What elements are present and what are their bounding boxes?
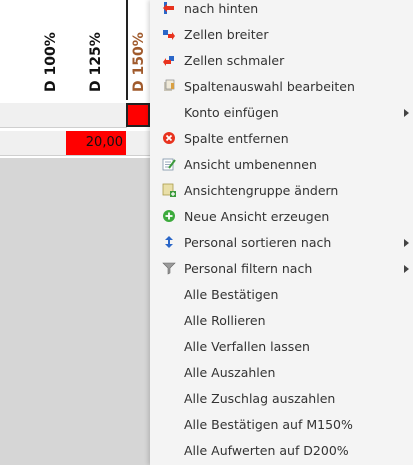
- menu-item-label: Neue Ansicht erzeugen: [184, 209, 330, 224]
- column-header-label: D 150%: [131, 32, 147, 92]
- menu-item-label: Alle Rollieren: [184, 313, 266, 328]
- menu-item-label: Alle Bestätigen auf M150%: [184, 417, 353, 432]
- change-view-group-icon: [162, 183, 176, 197]
- column-header-label: D 100%: [43, 32, 59, 92]
- table-cell[interactable]: [66, 103, 127, 128]
- menu-item-alle-verfallen-lassen[interactable]: Alle Verfallen lassen: [150, 334, 413, 360]
- table-cell[interactable]: [36, 131, 67, 156]
- menu-item-ansichtengruppe-aendern[interactable]: Ansichtengruppe ändern: [150, 178, 413, 204]
- table-cell[interactable]: [0, 131, 37, 156]
- menu-item-label: Alle Aufwerten auf D200%: [184, 443, 349, 458]
- menu-item-label: Zellen schmaler: [184, 53, 285, 68]
- menu-item-label: Alle Bestätigen: [184, 287, 279, 302]
- menu-item-label: Spaltenauswahl bearbeiten: [184, 79, 355, 94]
- sort-icon: [162, 235, 176, 249]
- new-view-icon: [162, 209, 176, 223]
- submenu-arrow-icon: [404, 109, 409, 117]
- menu-item-label: Alle Auszahlen: [184, 365, 276, 380]
- menu-item-label: Personal sortieren nach: [184, 235, 332, 250]
- column-header-d100[interactable]: D 100%: [36, 0, 67, 100]
- menu-item-alle-auszahlen[interactable]: Alle Auszahlen: [150, 360, 413, 386]
- menu-item-label: Konto einfügen: [184, 105, 279, 120]
- table-row: 20,00: [0, 131, 151, 156]
- menu-item-ansicht-umbenennen[interactable]: Ansicht umbenennen: [150, 152, 413, 178]
- widen-cells-icon: [162, 27, 176, 41]
- move-back-icon: [162, 1, 176, 15]
- table-cell[interactable]: [126, 131, 151, 156]
- column-header-label: D 125%: [88, 32, 104, 92]
- menu-item-neue-ansicht-erzeugen[interactable]: Neue Ansicht erzeugen: [150, 204, 413, 230]
- submenu-arrow-icon: [404, 265, 409, 273]
- context-menu: nach hinten Zellen breiter Zellen schmal…: [150, 0, 413, 465]
- menu-item-label: Alle Zuschlag auszahlen: [184, 391, 336, 406]
- menu-item-personal-filtern-nach[interactable]: Personal filtern nach: [150, 256, 413, 282]
- rename-view-icon: [162, 157, 176, 171]
- menu-item-alle-rollieren[interactable]: Alle Rollieren: [150, 308, 413, 334]
- menu-item-alle-aufwerten-d200[interactable]: Alle Aufwerten auf D200%: [150, 438, 413, 464]
- menu-item-zellen-breiter[interactable]: Zellen breiter: [150, 22, 413, 48]
- remove-column-icon: [162, 131, 176, 145]
- table-cell-selected[interactable]: [126, 103, 150, 127]
- menu-item-personal-sortieren-nach[interactable]: Personal sortieren nach: [150, 230, 413, 256]
- edit-columns-icon: [162, 79, 176, 93]
- menu-item-alle-zuschlag-auszahlen[interactable]: Alle Zuschlag auszahlen: [150, 386, 413, 412]
- table-cell[interactable]: [36, 103, 67, 128]
- column-header-partial[interactable]: [0, 0, 37, 100]
- menu-item-label: Ansicht umbenennen: [184, 157, 317, 172]
- menu-item-label: Zellen breiter: [184, 27, 269, 42]
- menu-item-label: Spalte entfernen: [184, 131, 289, 146]
- submenu-arrow-icon: [404, 239, 409, 247]
- menu-item-konto-einfuegen[interactable]: Konto einfügen: [150, 100, 413, 126]
- filter-icon: [162, 261, 176, 275]
- column-header-d125[interactable]: D 125%: [66, 0, 127, 100]
- table-cell-value[interactable]: 20,00: [66, 131, 127, 156]
- menu-item-spaltenauswahl-bearbeiten[interactable]: Spaltenauswahl bearbeiten: [150, 74, 413, 100]
- menu-item-nach-hinten[interactable]: nach hinten: [150, 0, 413, 22]
- menu-item-label: Alle Verfallen lassen: [184, 339, 310, 354]
- menu-item-label: Ansichtengruppe ändern: [184, 183, 339, 198]
- menu-item-alle-bestaetigen[interactable]: Alle Bestätigen: [150, 282, 413, 308]
- menu-item-zellen-schmaler[interactable]: Zellen schmaler: [150, 48, 413, 74]
- table-row: [0, 103, 150, 128]
- column-header-d150[interactable]: D 150%: [126, 0, 152, 100]
- narrow-cells-icon: [162, 53, 176, 67]
- menu-item-alle-bestaetigen-m150[interactable]: Alle Bestätigen auf M150%: [150, 412, 413, 438]
- menu-item-spalte-entfernen[interactable]: Spalte entfernen: [150, 126, 413, 152]
- table-cell[interactable]: [0, 103, 37, 128]
- cell-value: 20,00: [85, 135, 123, 150]
- menu-item-label: Personal filtern nach: [184, 261, 313, 276]
- menu-item-label: nach hinten: [184, 1, 259, 16]
